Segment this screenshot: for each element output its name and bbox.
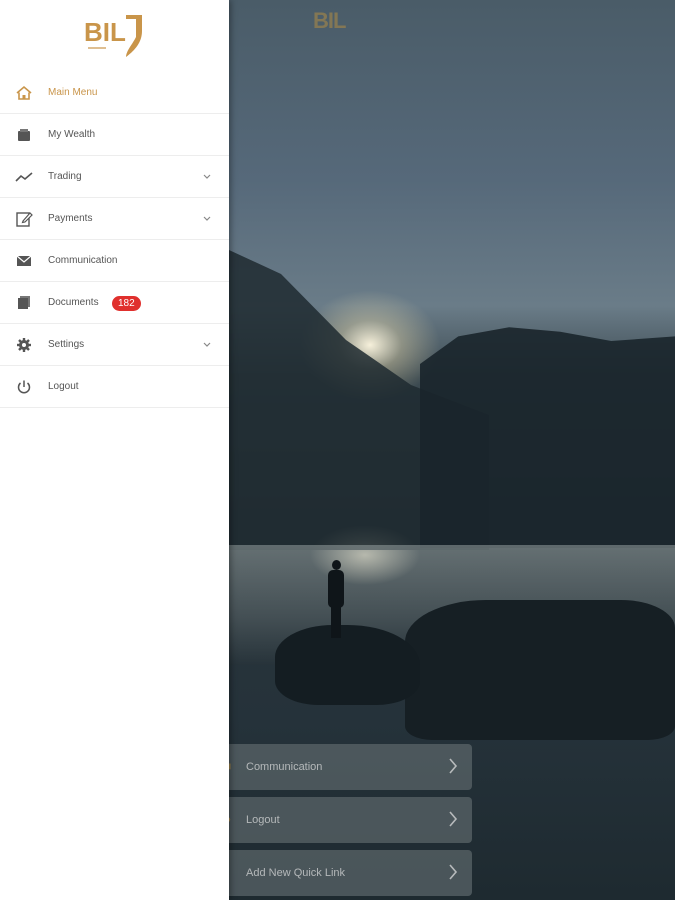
quick-link-communication[interactable]: ■ Communication <box>208 744 472 790</box>
chevron-right-icon <box>449 758 458 774</box>
chevron-right-icon <box>449 864 458 880</box>
menu-item-label: Main Menu <box>48 87 98 98</box>
svg-text:BIL: BIL <box>84 17 126 47</box>
bil-logo-icon: BIL <box>84 15 142 57</box>
background-person <box>326 560 346 638</box>
background-logo: BIL <box>313 8 346 33</box>
chevron-down-icon <box>203 216 211 221</box>
wallet-icon <box>18 129 30 141</box>
quick-link-label: Communication <box>246 761 323 773</box>
documents-icon <box>18 296 30 309</box>
menu-item-label: Communication <box>48 255 118 266</box>
menu-item-settings[interactable]: Settings <box>0 324 229 366</box>
menu-item-payments[interactable]: Payments <box>0 198 229 240</box>
chevron-down-icon <box>203 342 211 347</box>
background-rock <box>275 625 420 705</box>
gear-icon <box>17 338 31 352</box>
bil-logo[interactable]: BIL <box>82 11 146 59</box>
background-mountain-right <box>420 327 675 548</box>
menu-item-main-menu[interactable]: Main Menu <box>0 72 229 114</box>
quick-link-logout[interactable]: ● Logout <box>208 797 472 843</box>
quick-link-label: Add New Quick Link <box>246 867 346 879</box>
menu-item-label: Settings <box>48 339 85 350</box>
menu-item-label: Payments <box>48 213 93 224</box>
power-icon <box>17 380 31 394</box>
edit-icon <box>16 212 33 227</box>
menu-item-trading[interactable]: Trading <box>0 156 229 198</box>
menu-item-label: Trading <box>48 171 82 182</box>
menu-item-label: My Wealth <box>48 129 96 140</box>
chevron-right-icon <box>449 811 458 827</box>
navigation-drawer: BIL Main Menu My Wealth Trading Payments… <box>0 0 229 900</box>
menu-item-my-wealth[interactable]: My Wealth <box>0 114 229 156</box>
documents-count-badge: 182 <box>112 296 141 311</box>
menu-item-label: Logout <box>48 381 79 392</box>
menu-item-documents[interactable]: Documents 182 <box>0 282 229 324</box>
menu-item-communication[interactable]: Communication <box>0 240 229 282</box>
envelope-icon <box>16 255 32 266</box>
trend-line-icon <box>15 172 33 182</box>
quick-link-add-new[interactable]: Add New Quick Link <box>208 850 472 896</box>
home-icon <box>16 85 32 100</box>
quick-link-label: Logout <box>246 814 280 826</box>
menu-item-logout[interactable]: Logout <box>0 366 229 408</box>
background-rock-right <box>405 600 675 740</box>
main-menu: Main Menu My Wealth Trading Payments Com… <box>0 72 229 408</box>
chevron-down-icon <box>203 174 211 179</box>
menu-item-label: Documents <box>48 297 99 308</box>
